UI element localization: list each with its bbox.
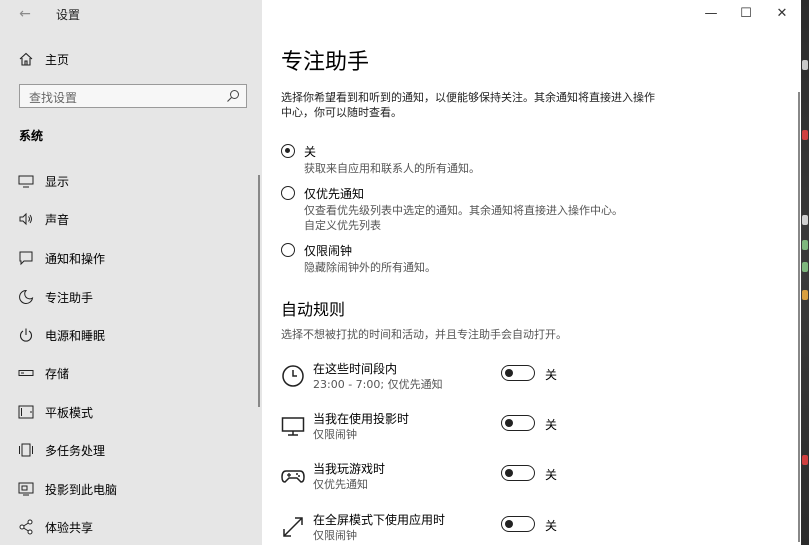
maximize-button[interactable]: ☐ bbox=[729, 2, 763, 26]
radio-priority-only[interactable] bbox=[281, 186, 295, 200]
gamepad-icon bbox=[281, 470, 305, 483]
desktop-fragment bbox=[802, 130, 808, 140]
sidebar-item-label: 多任务处理 bbox=[45, 444, 106, 458]
sidebar-item-label: 体验共享 bbox=[45, 521, 94, 535]
sidebar: ← 设置 主页 查找设置 系统 显示 声音 通知和操作 专注助手 电源和睡眠 存… bbox=[0, 0, 262, 545]
back-arrow-icon: ← bbox=[19, 6, 31, 22]
sidebar-item-storage[interactable]: 存储 bbox=[0, 358, 262, 388]
sidebar-item-sound[interactable]: 声音 bbox=[0, 204, 262, 234]
notification-icon bbox=[19, 251, 33, 266]
sidebar-item-shared-experiences[interactable]: 体验共享 bbox=[0, 512, 262, 542]
rule-title: 在全屏模式下使用应用时 bbox=[313, 513, 446, 527]
option-description: 隐藏除闹钟外的所有通知。 bbox=[304, 261, 436, 274]
page-title: 专注助手 bbox=[281, 50, 370, 75]
sidebar-item-notifications[interactable]: 通知和操作 bbox=[0, 243, 262, 273]
sidebar-item-label: 平板模式 bbox=[45, 406, 94, 420]
rule-title: 当我在使用投影时 bbox=[313, 412, 410, 426]
search-placeholder: 查找设置 bbox=[29, 91, 78, 105]
rule-subtitle: 23:00 - 7:00; 仅优先通知 bbox=[313, 378, 443, 391]
active-indicator bbox=[0, 288, 3, 308]
storage-icon bbox=[18, 370, 34, 376]
option-label: 关 bbox=[304, 145, 317, 159]
sidebar-item-label: 存储 bbox=[45, 367, 70, 381]
sidebar-item-label: 显示 bbox=[45, 175, 70, 189]
maximize-icon: ☐ bbox=[740, 6, 752, 21]
sidebar-item-tablet-mode[interactable]: 平板模式 bbox=[0, 397, 262, 427]
window-title: 设置 bbox=[56, 8, 81, 22]
rule-subtitle: 仅优先通知 bbox=[313, 478, 368, 491]
settings-window: ← 设置 主页 查找设置 系统 显示 声音 通知和操作 专注助手 电源和睡眠 存… bbox=[0, 0, 801, 545]
project-icon bbox=[18, 482, 34, 496]
search-input[interactable]: 查找设置 bbox=[19, 84, 247, 108]
sidebar-item-label: 专注助手 bbox=[45, 291, 94, 305]
toggle-state: 关 bbox=[545, 418, 558, 432]
sidebar-item-label: 声音 bbox=[45, 213, 70, 227]
title-bar: ← 设置 bbox=[0, 0, 262, 30]
rule-subtitle: 仅限闹钟 bbox=[313, 529, 357, 542]
back-button[interactable]: ← bbox=[14, 4, 36, 24]
toggle-state: 关 bbox=[545, 519, 558, 533]
rule-title: 在这些时间段内 bbox=[313, 362, 398, 376]
power-icon bbox=[19, 328, 33, 342]
rule-fullscreen[interactable]: 在全屏模式下使用应用时 仅限闹钟 关 bbox=[281, 511, 781, 545]
fullscreen-icon bbox=[283, 517, 303, 537]
toggle-time-range[interactable] bbox=[501, 365, 535, 381]
automatic-rules-description: 选择不想被打扰的时间和活动，并且专注助手会自动打开。 bbox=[281, 328, 567, 341]
section-heading: 系统 bbox=[19, 129, 44, 143]
display-icon bbox=[281, 417, 305, 436]
multitask-icon bbox=[19, 443, 33, 457]
main-content: — ☐ ✕ 专注助手 选择你希望看到和听到的通知，以便能够保持关注。其余通知将直… bbox=[262, 0, 801, 545]
sidebar-item-display[interactable]: 显示 bbox=[0, 166, 262, 196]
minimize-icon: — bbox=[704, 6, 718, 21]
toggle-state: 关 bbox=[545, 368, 558, 382]
content-scrollbar[interactable] bbox=[798, 92, 800, 542]
desktop-fragment bbox=[802, 455, 808, 465]
rule-time-range[interactable]: 在这些时间段内 23:00 - 7:00; 仅优先通知 关 bbox=[281, 360, 781, 394]
sidebar-item-project-to-pc[interactable]: 投影到此电脑 bbox=[0, 474, 262, 504]
option-description: 仅查看优先级列表中选定的通知。其余通知将直接进入操作中心。 bbox=[304, 204, 623, 217]
sidebar-item-label: 电源和睡眠 bbox=[45, 329, 106, 343]
rule-gaming[interactable]: 当我玩游戏时 仅优先通知 关 bbox=[281, 460, 781, 494]
option-description: 获取来自应用和联系人的所有通知。 bbox=[304, 162, 480, 175]
customize-priority-link[interactable]: 自定义优先列表 bbox=[304, 217, 381, 233]
sidebar-item-focus-assist[interactable]: 专注助手 bbox=[0, 282, 262, 312]
option-label: 仅限闹钟 bbox=[304, 244, 353, 258]
monitor-icon bbox=[18, 175, 34, 188]
toggle-state: 关 bbox=[545, 468, 558, 482]
rule-subtitle: 仅限闹钟 bbox=[313, 428, 357, 441]
close-button[interactable]: ✕ bbox=[765, 2, 799, 26]
moon-icon bbox=[19, 289, 34, 304]
sidebar-item-label: 投影到此电脑 bbox=[45, 483, 118, 497]
desktop-fragment bbox=[802, 262, 808, 272]
desktop-fragment bbox=[802, 290, 808, 300]
speaker-icon bbox=[19, 212, 32, 226]
page-description: 选择你希望看到和听到的通知，以便能够保持关注。其余通知将直接进入操作中心，你可以… bbox=[281, 91, 655, 119]
tablet-icon bbox=[18, 405, 34, 419]
desktop-fragment bbox=[802, 215, 808, 225]
sidebar-item-label: 通知和操作 bbox=[45, 252, 106, 266]
desktop-fragment bbox=[802, 60, 808, 70]
toggle-projecting[interactable] bbox=[501, 415, 535, 431]
toggle-gaming[interactable] bbox=[501, 465, 535, 481]
desktop-fragment bbox=[802, 240, 808, 250]
close-icon: ✕ bbox=[776, 6, 788, 21]
radio-off[interactable] bbox=[281, 144, 295, 158]
sidebar-item-label: 主页 bbox=[45, 53, 70, 67]
automatic-rules-heading: 自动规则 bbox=[281, 300, 346, 319]
sidebar-item-power[interactable]: 电源和睡眠 bbox=[0, 320, 262, 350]
sidebar-scrollbar[interactable] bbox=[258, 175, 260, 407]
option-label: 仅优先通知 bbox=[304, 187, 365, 201]
clock-icon bbox=[282, 365, 304, 387]
home-icon bbox=[19, 52, 33, 66]
desktop-background bbox=[801, 0, 809, 545]
sidebar-item-home[interactable]: 主页 bbox=[0, 46, 262, 72]
search-icon bbox=[227, 90, 239, 102]
share-icon bbox=[19, 519, 33, 535]
rule-title: 当我玩游戏时 bbox=[313, 462, 386, 476]
toggle-fullscreen[interactable] bbox=[501, 516, 535, 532]
radio-alarms-only[interactable] bbox=[281, 243, 295, 257]
sidebar-item-multitasking[interactable]: 多任务处理 bbox=[0, 435, 262, 465]
minimize-button[interactable]: — bbox=[694, 2, 728, 26]
rule-projecting[interactable]: 当我在使用投影时 仅限闹钟 关 bbox=[281, 410, 781, 444]
